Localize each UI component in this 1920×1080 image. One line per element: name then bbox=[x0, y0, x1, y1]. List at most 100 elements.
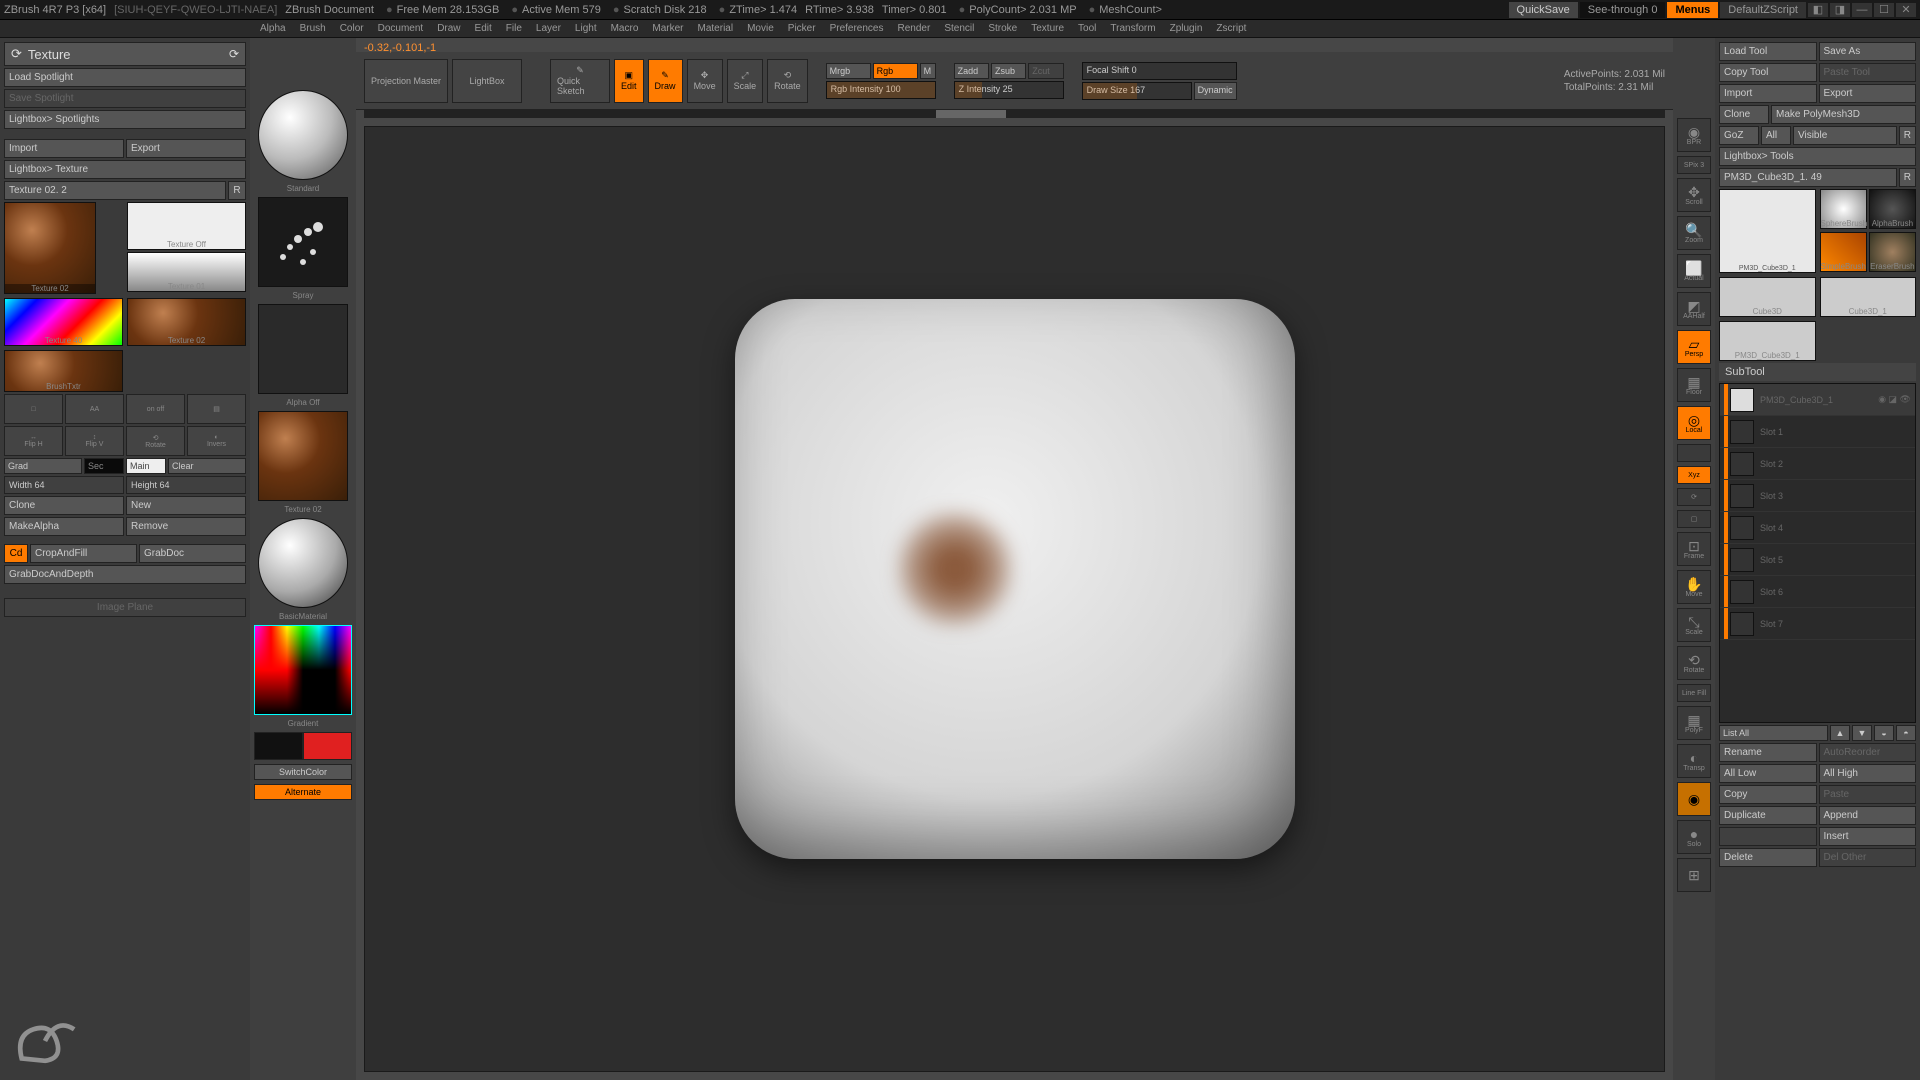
menu-render[interactable]: Render bbox=[898, 23, 931, 34]
subtool-item-active[interactable]: PM3D_Cube3D_1 ◉ ◪ 👁 bbox=[1720, 384, 1915, 416]
local-button[interactable]: ◎Local bbox=[1677, 406, 1711, 440]
panel-title[interactable]: ⟳ Texture ⟳ bbox=[4, 42, 246, 66]
swatch-secondary[interactable] bbox=[254, 732, 303, 760]
append-button[interactable]: Append bbox=[1819, 806, 1917, 825]
seethrough-slider[interactable]: See-through 0 bbox=[1580, 2, 1666, 18]
rotate-nav-button[interactable]: ⟲Rotate bbox=[1677, 646, 1711, 680]
moveup-icon[interactable]: ▲ bbox=[1830, 725, 1850, 741]
texture-name-field[interactable]: Texture 02. 2 bbox=[4, 181, 226, 200]
lightbox-tools-button[interactable]: Lightbox> Tools bbox=[1719, 147, 1916, 166]
split-icon[interactable]: ◓ bbox=[1896, 725, 1916, 741]
tool-thumb-eraser[interactable]: EraserBrush bbox=[1869, 232, 1916, 272]
menu-movie[interactable]: Movie bbox=[747, 23, 774, 34]
texture-tray-thumb[interactable] bbox=[258, 411, 348, 501]
saveas-tool-button[interactable]: Save As bbox=[1819, 42, 1917, 61]
subtool-slot[interactable]: Slot 3 bbox=[1720, 480, 1915, 512]
clear-button[interactable]: Clear bbox=[168, 458, 246, 474]
tool-thumb-simple[interactable]: SimpleBrush bbox=[1820, 232, 1867, 272]
fit-button[interactable]: ▢ bbox=[1677, 510, 1711, 528]
rgb-intensity-slider[interactable]: Rgb Intensity 100 bbox=[826, 81, 936, 99]
menu-zscript[interactable]: Zscript bbox=[1216, 23, 1246, 34]
load-spotlight-button[interactable]: Load Spotlight bbox=[4, 68, 246, 87]
menu-file[interactable]: File bbox=[506, 23, 522, 34]
frame-button[interactable]: ⊡Frame bbox=[1677, 532, 1711, 566]
width-slider[interactable]: Width 64 bbox=[4, 476, 124, 494]
quicksave-button[interactable]: QuickSave bbox=[1509, 2, 1578, 18]
rgb-button[interactable]: Rgb bbox=[873, 63, 918, 79]
extras-nav-button[interactable]: ⊞ bbox=[1677, 858, 1711, 892]
mrgb-button[interactable]: Mrgb bbox=[826, 63, 871, 79]
load-tool-button[interactable]: Load Tool bbox=[1719, 42, 1817, 61]
tool-thumb-sphere[interactable]: SphereBrush bbox=[1820, 189, 1867, 229]
autoreorder-button[interactable]: AutoReorder bbox=[1819, 743, 1917, 762]
paste-subtool-button[interactable]: Paste bbox=[1819, 785, 1917, 804]
menu-brush[interactable]: Brush bbox=[300, 23, 326, 34]
export-texture-button[interactable]: Export bbox=[126, 139, 246, 158]
dynamesh-nav-button[interactable]: ◉ bbox=[1677, 782, 1711, 816]
floor-button[interactable]: ▦Floor bbox=[1677, 368, 1711, 402]
polyf-button[interactable]: ▦PolyF bbox=[1677, 706, 1711, 740]
texture-thumb-brush[interactable]: BrushTxtr bbox=[4, 350, 123, 392]
xyz-button[interactable]: Xyz bbox=[1677, 466, 1711, 484]
menu-stencil[interactable]: Stencil bbox=[944, 23, 974, 34]
brush-thumb[interactable] bbox=[258, 90, 348, 180]
menu-preferences[interactable]: Preferences bbox=[830, 23, 884, 34]
rename-button[interactable]: Rename bbox=[1719, 743, 1817, 762]
switchcolor-button[interactable]: SwitchColor bbox=[254, 764, 352, 780]
projection-master-button[interactable]: Projection Master bbox=[364, 59, 448, 103]
texture-r-button[interactable]: R bbox=[228, 181, 246, 200]
paste-tool-button[interactable]: Paste Tool bbox=[1819, 63, 1917, 82]
menu-marker[interactable]: Marker bbox=[652, 23, 683, 34]
menu-alpha[interactable]: Alpha bbox=[260, 23, 286, 34]
delete-button[interactable]: Delete bbox=[1719, 848, 1817, 867]
win-btn-2[interactable]: ◨ bbox=[1830, 3, 1850, 17]
script-indicator[interactable]: DefaultZScript bbox=[1720, 2, 1806, 18]
grabdocdepth-button[interactable]: GrabDocAndDepth bbox=[4, 565, 246, 584]
swatch-primary[interactable] bbox=[303, 732, 352, 760]
scale-nav-button[interactable]: ⤡Scale bbox=[1677, 608, 1711, 642]
onoff-4-button[interactable]: ▤ bbox=[187, 394, 246, 424]
rotate-tool-button[interactable]: ⟲Rotate bbox=[767, 59, 808, 103]
menu-texture[interactable]: Texture bbox=[1031, 23, 1064, 34]
goz-visible-button[interactable]: Visible bbox=[1793, 126, 1897, 145]
m-button[interactable]: M bbox=[920, 63, 936, 79]
lightbox-spotlights-button[interactable]: Lightbox> Spotlights bbox=[4, 110, 246, 129]
menu-tool[interactable]: Tool bbox=[1078, 23, 1096, 34]
menu-color[interactable]: Color bbox=[340, 23, 364, 34]
tool-thumb-cube[interactable]: Cube3D bbox=[1719, 277, 1816, 317]
main-color-button[interactable]: Main bbox=[126, 458, 166, 474]
viewport[interactable] bbox=[364, 126, 1665, 1072]
copy-tool-button[interactable]: Copy Tool bbox=[1719, 63, 1817, 82]
focal-shift-slider[interactable]: Focal Shift 0 bbox=[1082, 62, 1237, 80]
menu-picker[interactable]: Picker bbox=[788, 23, 816, 34]
subtool-slot[interactable]: Slot 5 bbox=[1720, 544, 1915, 576]
zadd-button[interactable]: Zadd bbox=[954, 63, 989, 79]
menu-edit[interactable]: Edit bbox=[475, 23, 492, 34]
menu-layer[interactable]: Layer bbox=[536, 23, 561, 34]
aahalf-button[interactable]: ◩AAHalf bbox=[1677, 292, 1711, 326]
tool-thumb-cube1[interactable]: Cube3D_1 bbox=[1820, 277, 1917, 317]
import-texture-button[interactable]: Import bbox=[4, 139, 124, 158]
subtool-slot[interactable]: Slot 1 bbox=[1720, 416, 1915, 448]
allhigh-button[interactable]: All High bbox=[1819, 764, 1917, 783]
insert-button[interactable]: Insert bbox=[1819, 827, 1917, 846]
lightbox-texture-button[interactable]: Lightbox> Texture bbox=[4, 160, 246, 179]
scroll-button[interactable]: ✥Scroll bbox=[1677, 178, 1711, 212]
actual-button[interactable]: ⬜Actual bbox=[1677, 254, 1711, 288]
z-intensity-slider[interactable]: Z Intensity 25 bbox=[954, 81, 1064, 99]
cropfill-button[interactable]: CropAndFill bbox=[30, 544, 137, 563]
zoom-button[interactable]: 🔍Zoom bbox=[1677, 216, 1711, 250]
linefill-button[interactable]: Line Fill bbox=[1677, 684, 1711, 702]
subtool-header[interactable]: SubTool bbox=[1719, 363, 1916, 381]
mesh-cube3d[interactable] bbox=[735, 299, 1295, 859]
alpha-thumb[interactable] bbox=[258, 304, 348, 394]
stroke-thumb[interactable] bbox=[258, 197, 348, 287]
subtool-slot[interactable]: Slot 2 bbox=[1720, 448, 1915, 480]
delother-button[interactable]: Del Other bbox=[1819, 848, 1917, 867]
flipv-button[interactable]: ↕Flip V bbox=[65, 426, 124, 456]
persp-button[interactable]: ▱Persp bbox=[1677, 330, 1711, 364]
timeline-bar[interactable] bbox=[364, 110, 1665, 118]
transp-button[interactable]: ◐Transp bbox=[1677, 744, 1711, 778]
menu-zplugin[interactable]: Zplugin bbox=[1170, 23, 1203, 34]
alternate-button[interactable]: Alternate bbox=[254, 784, 352, 800]
